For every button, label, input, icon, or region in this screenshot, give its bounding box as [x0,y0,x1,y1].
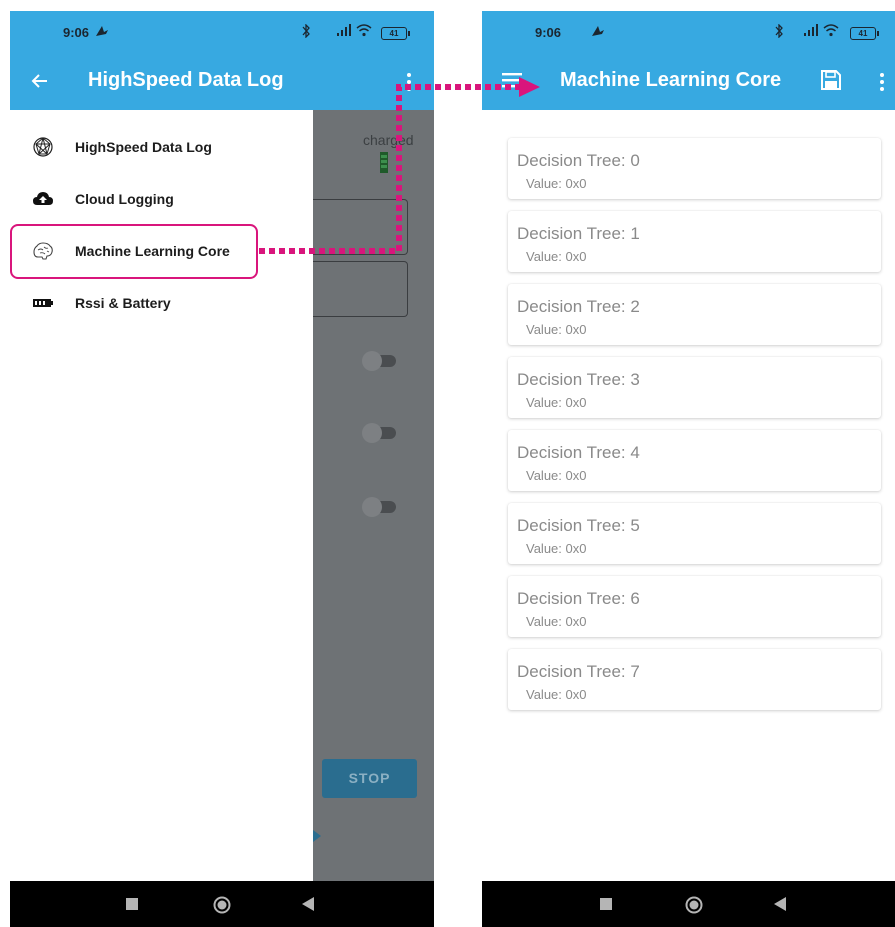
home-icon[interactable] [213,896,231,914]
battery-badge: 41 [850,27,879,40]
charged-label: charged [363,132,414,148]
stop-button[interactable]: STOP [322,759,417,798]
signal-icon [337,24,351,36]
navigation-bar [482,881,895,927]
back-icon[interactable] [302,897,314,911]
decision-tree-title: Decision Tree: 4 [517,443,640,462]
toggle-switch-3[interactable] [362,497,396,517]
toggle-switch-2[interactable] [362,423,396,443]
status-time: 9:06 [63,25,90,40]
recent-apps-icon[interactable] [600,898,612,910]
bluetooth-icon [775,24,783,38]
decision-tree-value: Value: 0x0 [526,614,587,629]
status-time: 9:06 [535,25,562,40]
decision-tree-value: Value: 0x0 [526,395,587,410]
drawer-item-rssi-battery[interactable]: Rssi & Battery [10,277,313,329]
status-bar: 9:06 41 [482,11,895,52]
right-phone-screen: 9:06 41 Machine Learning Core Decision T… [482,11,895,927]
more-vert-icon[interactable] [406,72,412,92]
save-icon[interactable] [820,69,842,91]
page-title: Machine Learning Core [560,69,782,91]
decision-tree-value: Value: 0x0 [526,541,587,556]
decision-tree-card: Decision Tree: 0 Value: 0x0 [508,138,881,199]
status-bar: 9:06 41 [10,11,434,52]
more-vert-icon[interactable] [879,72,885,92]
recent-apps-icon[interactable] [126,898,138,910]
decision-tree-value: Value: 0x0 [526,468,587,483]
decision-tree-card: Decision Tree: 6 Value: 0x0 [508,576,881,637]
battery-badge: 41 [381,27,410,40]
toggle-switch-1[interactable] [362,351,396,371]
page-title: HighSpeed Data Log [88,69,284,91]
left-phone-screen: 9:06 41 HighSpeed Data Log charged STOP … [10,11,434,927]
notification-app-icon [592,26,604,36]
decision-tree-card: Decision Tree: 3 Value: 0x0 [508,357,881,418]
drawer-item-label: Rssi & Battery [75,295,171,311]
navigation-bar [10,881,434,927]
decision-tree-card: Decision Tree: 1 Value: 0x0 [508,211,881,272]
decision-tree-value: Value: 0x0 [526,322,587,337]
bluetooth-icon [302,24,310,38]
drawer-item-cloud-logging[interactable]: Cloud Logging [10,173,313,225]
input-field-1[interactable] [313,199,408,255]
input-field-2[interactable] [313,261,408,317]
decision-tree-card: Decision Tree: 5 Value: 0x0 [508,503,881,564]
wifi-icon [356,24,372,37]
decision-tree-value: Value: 0x0 [526,249,587,264]
decision-tree-title: Decision Tree: 3 [517,370,640,389]
decision-tree-title: Decision Tree: 7 [517,662,640,681]
decision-tree-title: Decision Tree: 6 [517,589,640,608]
signal-icon [804,24,818,36]
network-sphere-icon [33,137,53,157]
hamburger-menu-icon[interactable] [502,72,522,88]
decision-tree-value: Value: 0x0 [526,176,587,191]
decision-tree-title: Decision Tree: 1 [517,224,640,243]
arrow-left-icon[interactable] [30,71,50,91]
drawer-item-label: Cloud Logging [75,191,174,207]
decision-tree-card: Decision Tree: 4 Value: 0x0 [508,430,881,491]
decision-tree-card: Decision Tree: 7 Value: 0x0 [508,649,881,710]
dimmed-background-screen: charged STOP [313,110,434,881]
app-bar: Machine Learning Core [482,52,895,110]
battery-level-icon [380,152,388,173]
highlight-box [10,224,258,279]
drawer-item-label: HighSpeed Data Log [75,139,212,155]
app-bar: HighSpeed Data Log [10,52,434,110]
battery-icon [33,299,53,307]
decision-tree-card: Decision Tree: 2 Value: 0x0 [508,284,881,345]
decision-tree-value: Value: 0x0 [526,687,587,702]
decision-tree-title: Decision Tree: 0 [517,151,640,170]
home-icon[interactable] [685,896,703,914]
decision-tree-title: Decision Tree: 5 [517,516,640,535]
play-arrow-icon [313,830,321,842]
back-icon[interactable] [774,897,786,911]
decision-tree-title: Decision Tree: 2 [517,297,640,316]
wifi-icon [823,24,839,37]
drawer-item-highspeed-data-log[interactable]: HighSpeed Data Log [10,121,313,173]
cloud-upload-icon [33,192,53,205]
notification-app-icon [96,26,108,36]
